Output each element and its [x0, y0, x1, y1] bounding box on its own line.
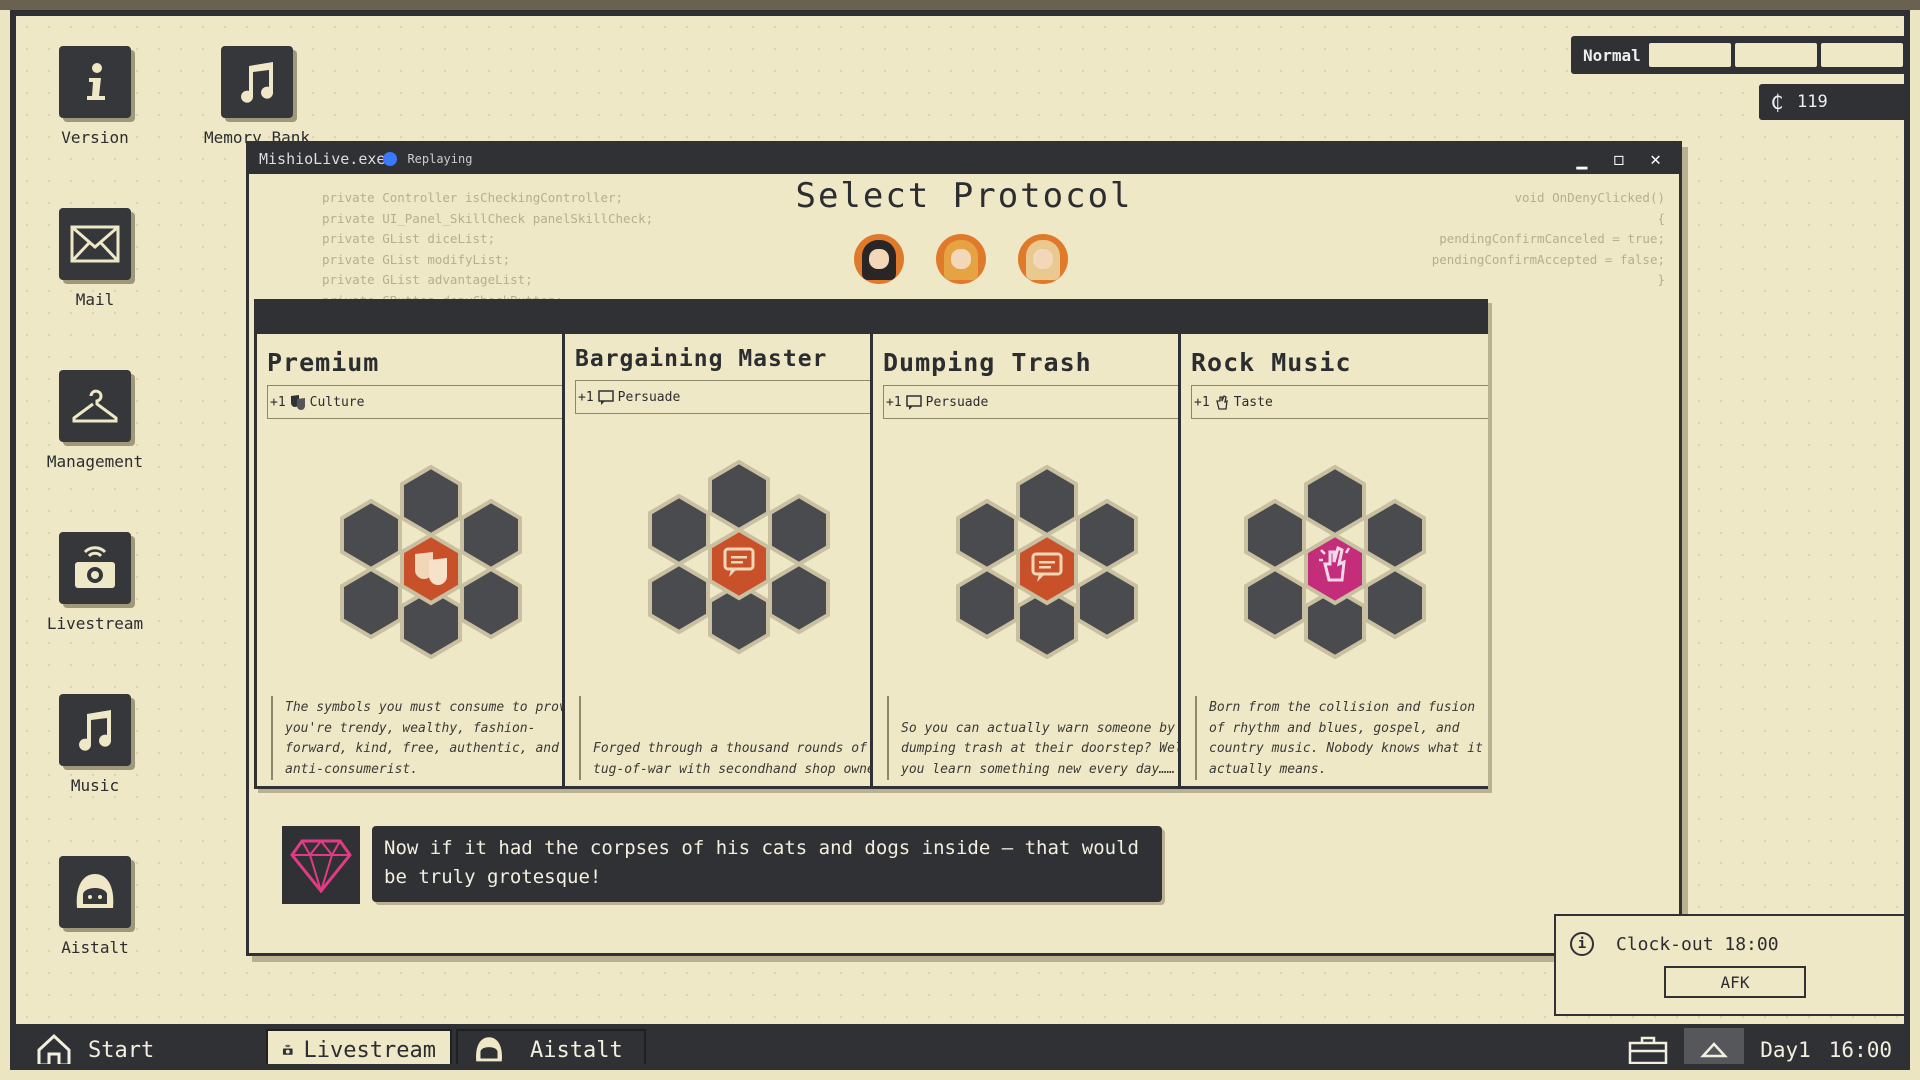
- taste-hand-icon: [1215, 395, 1228, 410]
- card-header: [873, 302, 1220, 334]
- card-description: Born from the collision and fusion of rh…: [1195, 696, 1488, 780]
- desktop-icon-label: Music: [70, 776, 120, 795]
- skill-hex-center: [707, 527, 770, 601]
- theater-masks-icon: [290, 395, 305, 410]
- diamond-icon: [290, 839, 352, 893]
- home-icon: [37, 1033, 71, 1064]
- desktop-icon-label: Mail: [75, 290, 115, 309]
- protocol-card[interactable]: Dumping Trash +1 Persuade So you can act…: [870, 299, 1223, 789]
- protocol-card[interactable]: Premium +1 Culture The symbols you must: [254, 299, 607, 789]
- taskbar-item-label: Livestream: [303, 1037, 436, 1063]
- desktop-icon-memory-bank[interactable]: Memory Bank: [202, 46, 312, 147]
- window-titlebar[interactable]: MishioLive.exe Replaying ▁ ◻ ✕: [249, 144, 1679, 174]
- dialog-box[interactable]: Now if it had the corpses of his cats an…: [372, 826, 1162, 902]
- speaker-portrait: [282, 826, 360, 904]
- coin-counter: ₵ 119: [1759, 84, 1904, 120]
- skill-hex-cluster: [647, 459, 830, 655]
- top-strip: [0, 0, 1920, 10]
- desktop-icon-music[interactable]: Music: [40, 694, 150, 795]
- camera-icon: [59, 532, 131, 604]
- maximize-icon[interactable]: ◻: [1613, 149, 1624, 170]
- card-title: Dumping Trash: [883, 348, 1092, 377]
- start-label: Start: [88, 1037, 155, 1063]
- start-button[interactable]: Start: [36, 1032, 266, 1064]
- aistalt-face-icon: [476, 1037, 502, 1062]
- desktop-icon-livestream[interactable]: Livestream: [40, 532, 150, 633]
- afk-button[interactable]: AFK: [1664, 966, 1806, 998]
- camera-icon: [282, 1044, 293, 1055]
- protocol-card[interactable]: Rock Music +1 Taste Born from the collis…: [1178, 299, 1488, 789]
- info-icon: i: [1570, 932, 1594, 956]
- taskbar-item-label: Aistalt: [530, 1037, 623, 1063]
- briefcase-icon[interactable]: [1628, 1035, 1668, 1065]
- desktop-icon-version[interactable]: Version: [40, 46, 150, 147]
- desktop-icon-mail[interactable]: Mail: [40, 208, 150, 309]
- stat-bonus: +1 Persuade: [883, 385, 1201, 419]
- card-description: So you can actually warn someone by dump…: [887, 696, 1208, 780]
- music-note-icon: [221, 46, 293, 118]
- mode-indicator: Normal: [1571, 36, 1904, 74]
- desktop-icon-label: Management: [46, 452, 144, 471]
- close-icon[interactable]: ✕: [1650, 149, 1661, 170]
- info-icon: [59, 46, 131, 118]
- protocol-window: MishioLive.exe Replaying ▁ ◻ ✕ private C…: [246, 141, 1682, 956]
- avatar[interactable]: [936, 234, 986, 284]
- card-title: Rock Music: [1191, 348, 1352, 377]
- skill-hex-center: [1303, 532, 1366, 606]
- avatar[interactable]: [854, 234, 904, 284]
- stat-bonus: +1 Taste: [1191, 385, 1488, 419]
- card-header: [565, 302, 912, 334]
- card-header: [1181, 302, 1488, 334]
- taskbar-item-aistalt[interactable]: Aistalt: [456, 1029, 646, 1064]
- skill-hex-cluster: [1243, 464, 1426, 660]
- speech-bubble-icon: [905, 395, 922, 410]
- clock-time: 16:00: [1828, 1038, 1892, 1062]
- hanger-icon: [59, 370, 131, 442]
- desktop-icon-label: Version: [61, 128, 129, 147]
- minimize-icon[interactable]: ▁: [1576, 149, 1587, 170]
- avatar[interactable]: [1018, 234, 1068, 284]
- replay-status: Replaying: [407, 152, 473, 166]
- card-description: The symbols you must consume to prove yo…: [271, 696, 592, 780]
- desktop-icon-management[interactable]: Management: [40, 370, 150, 471]
- card-header: [257, 302, 604, 334]
- protocol-card[interactable]: Bargaining Master +1 Persuade Forged thr…: [562, 299, 915, 789]
- skill-hex-cluster: [955, 464, 1138, 660]
- stat-bonus: +1 Culture: [267, 385, 585, 419]
- card-title: Bargaining Master: [575, 346, 828, 372]
- system-tray: Day1 16:00: [1628, 1024, 1904, 1065]
- coin-icon: ₵: [1771, 90, 1784, 114]
- page-title: Select Protocol: [795, 176, 1133, 216]
- coin-value: 119: [1797, 92, 1828, 112]
- aistalt-face-icon: [59, 856, 131, 928]
- window-title: MishioLive.exe: [259, 150, 386, 168]
- card-title: Premium: [267, 348, 380, 377]
- skill-hex-center: [1015, 532, 1078, 606]
- speech-bubble-icon: [597, 390, 614, 405]
- clock-out-text: Clock-out 18:00: [1616, 933, 1779, 955]
- taskbar-item-livestream[interactable]: Livestream: [266, 1029, 452, 1064]
- cloud-icon[interactable]: [1684, 1028, 1745, 1064]
- skill-hex-cluster: [339, 464, 522, 660]
- mode-label: Normal: [1583, 45, 1641, 65]
- envelope-icon: [59, 208, 131, 280]
- desktop-icon-label: Aistalt: [61, 938, 129, 957]
- desktop-icon-aistalt[interactable]: Aistalt: [40, 856, 150, 957]
- clock-out-widget: i Clock-out 18:00 AFK: [1554, 914, 1904, 1016]
- mode-segment: [1821, 43, 1903, 67]
- character-avatars: [854, 234, 1068, 284]
- mode-segment: [1649, 43, 1731, 67]
- replay-dot-icon: [383, 152, 398, 166]
- taskbar: Start Livestream Aistalt Day1 16:00: [16, 1024, 1904, 1065]
- mode-segment: [1735, 43, 1817, 67]
- music-note-icon: [59, 694, 131, 766]
- stat-bonus: +1 Persuade: [575, 380, 893, 414]
- day-label: Day1: [1760, 1038, 1811, 1062]
- desktop-icon-label: Livestream: [46, 614, 144, 633]
- card-description: Forged through a thousand rounds of tug-…: [579, 696, 900, 780]
- desktop: Version Memory Bank Mail Management Live…: [10, 10, 1910, 1070]
